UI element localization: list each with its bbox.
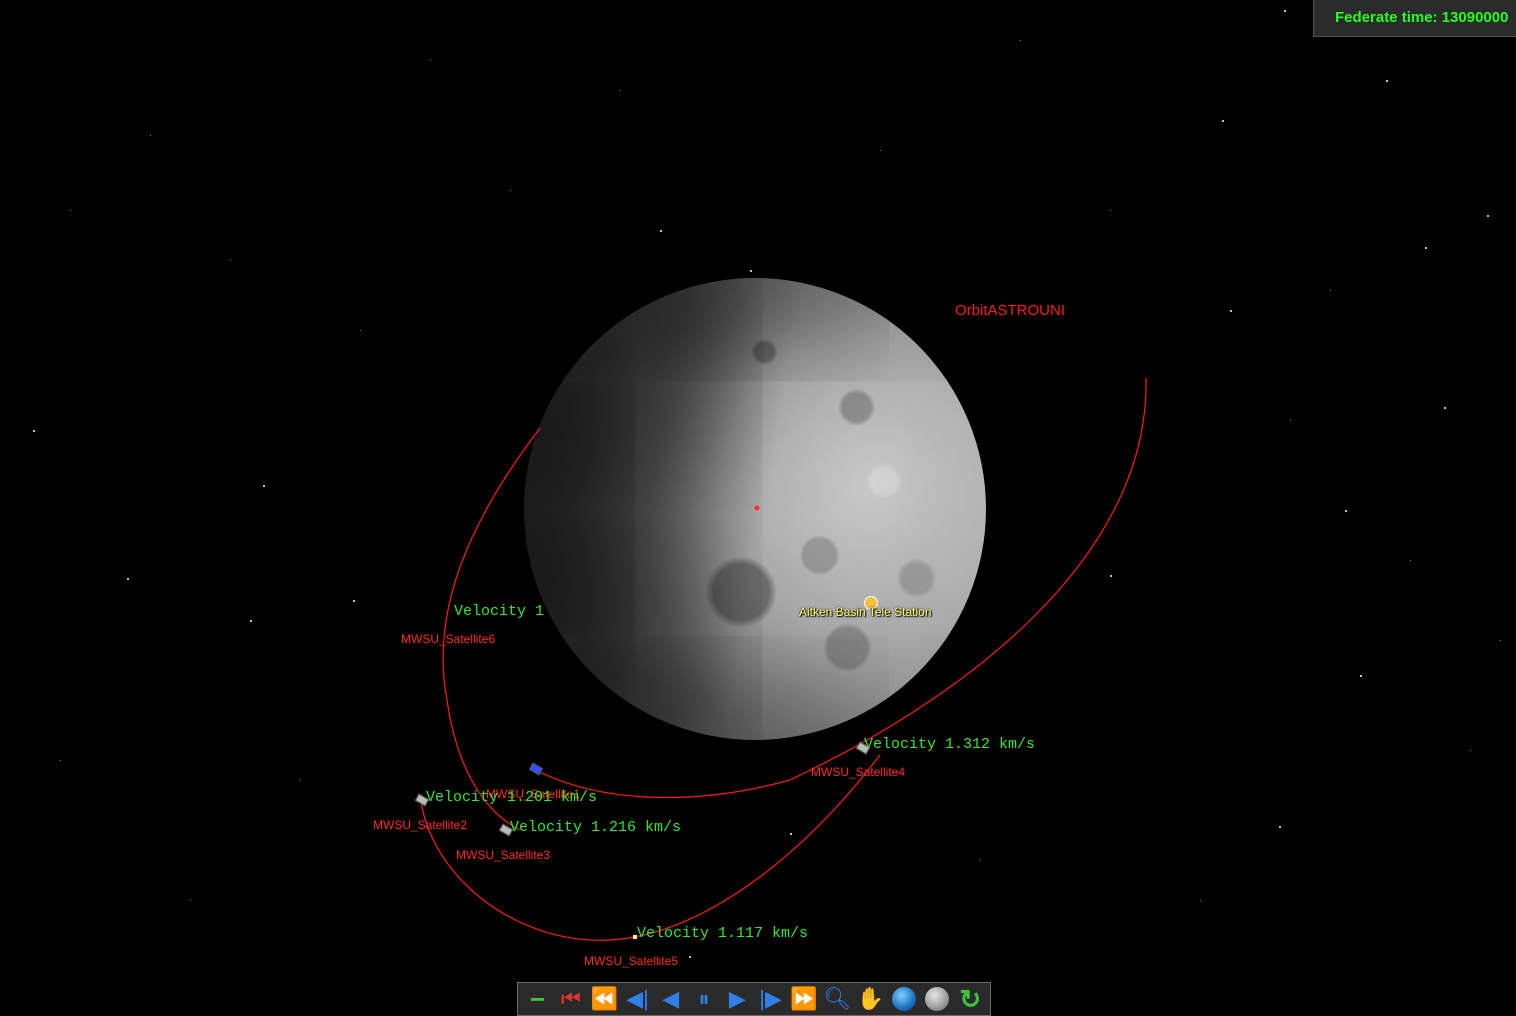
satellite3-velocity: Velocity 1.216 km/s xyxy=(510,819,682,836)
satellite5-label[interactable]: MWSU_Satellite5 xyxy=(584,954,678,968)
fast-forward-icon[interactable]: ⏩ xyxy=(788,984,819,1014)
moon-globe-icon[interactable] xyxy=(921,984,952,1014)
satellite5-velocity: Velocity 1.117 km/s xyxy=(637,925,809,942)
satellite2-velocity: Velocity 1.201 km/s xyxy=(426,789,598,806)
step-back-icon[interactable]: ◀| xyxy=(622,984,653,1014)
satellite3-label[interactable]: MWSU_Satellite3 xyxy=(456,848,550,862)
refresh-icon[interactable]: ↻ xyxy=(955,984,986,1014)
minus-icon[interactable]: − xyxy=(522,984,553,1014)
pause-icon[interactable]: ⏸ xyxy=(688,984,719,1014)
satellite6-velocity: Velocity 1 xyxy=(454,603,545,620)
orbit-path-b xyxy=(531,377,1147,799)
satellite4-velocity: Velocity 1.312 km/s xyxy=(864,736,1036,753)
magnifier-icon[interactable]: 🔍︎ xyxy=(822,984,853,1014)
step-forward-icon[interactable]: |▶ xyxy=(755,984,786,1014)
satellite2-label[interactable]: MWSU_Satellite2 xyxy=(373,818,467,832)
play-icon[interactable]: ▶ xyxy=(722,984,753,1014)
play-reverse-icon[interactable]: ◀ xyxy=(655,984,686,1014)
satellite4-label[interactable]: MWSU_Satellite4 xyxy=(811,765,905,779)
fast-rewind-icon[interactable]: ⏪ xyxy=(589,984,620,1014)
federate-time-label: Federate time: 13090000 xyxy=(1335,9,1509,26)
skip-to-start-icon[interactable]: ⏮ xyxy=(555,984,586,1014)
station-label: Aitken Basin Tele Station xyxy=(799,605,932,619)
orbit-paths xyxy=(419,377,1147,941)
orbit-title: OrbitASTROUNI xyxy=(955,302,1066,319)
orbit-path-a xyxy=(442,427,541,831)
playback-toolbar: − ⏮ ⏪ ◀| ◀ ⏸ ▶ |▶ ⏩ 🔍︎ ✋ ↻ xyxy=(517,982,991,1016)
space-viewport[interactable]: OrbitASTROUNI Aitken Basin Tele Station … xyxy=(0,0,1516,1016)
moon-center-marker xyxy=(754,505,760,511)
federate-time-panel: Federate time: 13090000 xyxy=(1313,0,1516,37)
earth-globe-icon[interactable] xyxy=(888,984,919,1014)
satellite6-label[interactable]: MWSU_Satellite6 xyxy=(401,632,495,646)
hand-icon[interactable]: ✋ xyxy=(855,984,886,1014)
